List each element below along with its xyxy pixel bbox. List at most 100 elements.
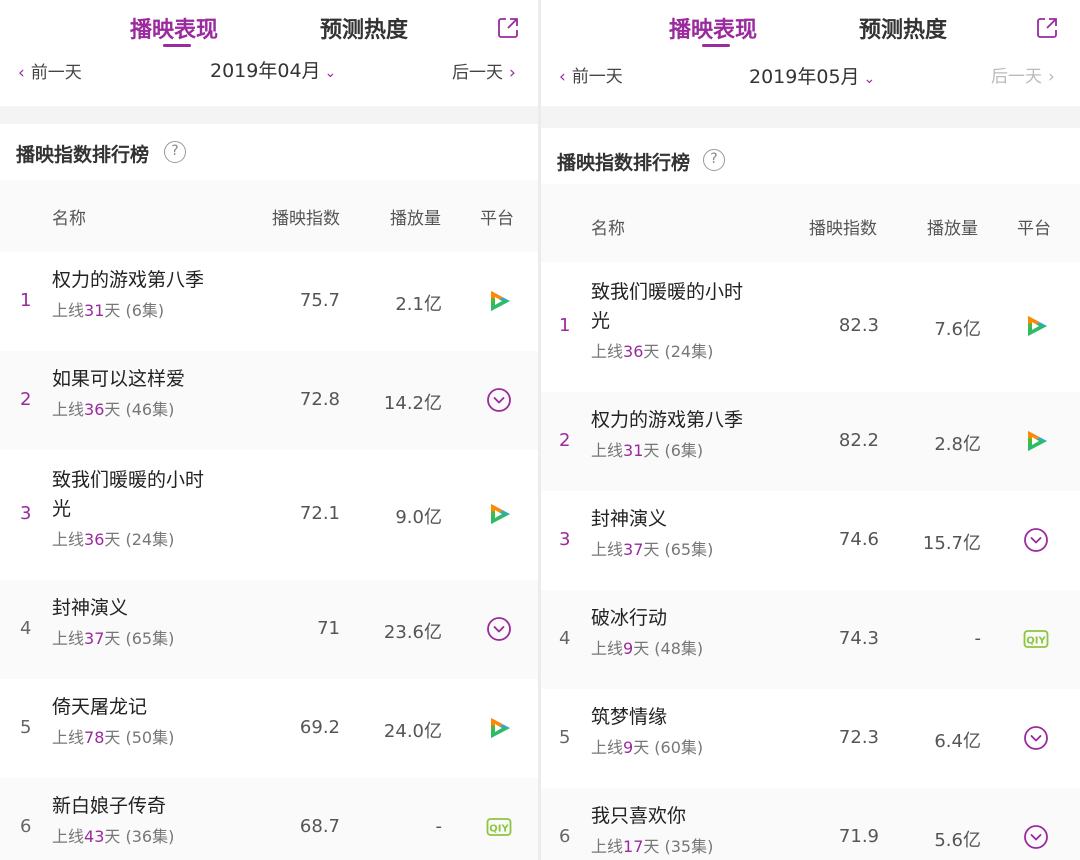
broadcast-index: 71: [317, 617, 340, 639]
iqiyi-icon[interactable]: QIY: [1023, 626, 1049, 652]
show-title[interactable]: 封神演义: [52, 594, 128, 623]
days-online: 17: [623, 837, 644, 856]
help-icon[interactable]: ?: [164, 141, 186, 163]
share-icon[interactable]: [1035, 16, 1059, 40]
ranking-header: 播映指数排行榜 ?: [541, 128, 1080, 184]
table-row[interactable]: 3 封神演义 上线37天 (65集) 74.6 15.7亿: [541, 491, 1080, 590]
show-title[interactable]: 破冰行动: [591, 604, 667, 633]
tab-bar: 播映表现 预测热度: [541, 0, 1080, 50]
show-title[interactable]: 光: [591, 307, 610, 336]
table-header: 名称 播映指数 播放量 平台: [0, 180, 538, 252]
rank-number: 3: [20, 503, 32, 524]
table-row[interactable]: 5 筑梦情缘 上线9天 (60集) 72.3 6.4亿: [541, 689, 1080, 788]
table-row[interactable]: 1 权力的游戏第八季 上线31天 (6集) 75.7 2.1亿: [0, 252, 538, 351]
month-selector[interactable]: 2019年04月 ⌄: [210, 56, 336, 83]
episode-count: 天 (24集): [643, 342, 714, 361]
date-navigator: ‹ 前一天 2019年04月 ⌄ 后一天 ›: [0, 50, 538, 106]
show-title[interactable]: 倚天屠龙记: [52, 693, 147, 722]
show-title[interactable]: 如果可以这样爱: [52, 365, 185, 394]
youku-icon[interactable]: [486, 616, 512, 642]
col-plays-header: 播放量: [927, 219, 978, 239]
broadcast-index: 74.3: [838, 627, 879, 649]
chevron-right-icon: ›: [509, 63, 516, 83]
tab-predicted-heat[interactable]: 预测热度: [320, 12, 408, 44]
date-navigator: ‹ 前一天 2019年05月 ⌄ 后一天 ›: [541, 50, 1080, 106]
table-header: 名称 播映指数 播放量 平台: [541, 184, 1080, 262]
tab-broadcast-performance[interactable]: 播映表现: [130, 12, 218, 44]
broadcast-index: 72.8: [299, 388, 340, 410]
show-title[interactable]: 权力的游戏第八季: [591, 406, 743, 435]
tencent-video-icon[interactable]: [486, 501, 512, 527]
prev-day-label: 前一天: [571, 67, 623, 87]
episode-count: 天 (24集): [104, 530, 175, 549]
help-icon[interactable]: ?: [703, 149, 725, 171]
show-meta: 上线31天 (6集): [52, 297, 164, 321]
tab-predicted-heat[interactable]: 预测热度: [859, 12, 947, 44]
episode-count: 天 (65集): [104, 629, 175, 648]
play-count: 2.8亿: [934, 433, 981, 455]
broadcast-index: 72.3: [838, 726, 879, 748]
show-title[interactable]: 筑梦情缘: [591, 703, 667, 732]
youku-icon[interactable]: [1023, 725, 1049, 751]
table-row[interactable]: 6 新白娘子传奇 上线43天 (36集) 68.7 - QIY: [0, 778, 538, 860]
play-count: 23.6亿: [383, 621, 442, 643]
col-name-header: 名称: [591, 219, 625, 239]
share-icon[interactable]: [496, 16, 520, 40]
show-title[interactable]: 光: [52, 495, 71, 524]
rank-number: 1: [20, 289, 32, 311]
online-prefix: 上线: [591, 837, 624, 856]
days-online: 37: [84, 629, 105, 648]
tencent-video-icon[interactable]: [486, 288, 512, 314]
col-name-header: 名称: [52, 209, 86, 229]
next-day-button[interactable]: 后一天 ›: [452, 58, 516, 83]
tencent-video-icon[interactable]: [486, 715, 512, 741]
table-row[interactable]: 1 致我们暖暖的小时光上线36天 (24集) 82.3 7.6亿: [541, 262, 1080, 392]
show-title[interactable]: 致我们暖暖的小时: [591, 278, 743, 307]
table-row[interactable]: 4 封神演义 上线37天 (65集) 71 23.6亿: [0, 580, 538, 679]
tab-broadcast-performance[interactable]: 播映表现: [669, 12, 757, 44]
youku-icon[interactable]: [1023, 824, 1049, 850]
next-day-button[interactable]: 后一天 ›: [991, 62, 1055, 87]
tencent-video-icon[interactable]: [1023, 313, 1049, 339]
days-online: 9: [623, 639, 634, 658]
online-prefix: 上线: [591, 540, 624, 559]
table-row[interactable]: 2 权力的游戏第八季 上线31天 (6集) 82.2 2.8亿: [541, 392, 1080, 491]
tencent-video-icon[interactable]: [1023, 428, 1049, 454]
show-meta: 上线37天 (65集): [52, 625, 174, 649]
svg-text:QIY: QIY: [489, 823, 509, 834]
table-row[interactable]: 6 我只喜欢你 上线17天 (35集) 71.9 5.6亿: [541, 788, 1080, 860]
show-title[interactable]: 我只喜欢你: [591, 802, 686, 831]
online-prefix: 上线: [591, 738, 624, 757]
ranking-header: 播映指数排行榜 ?: [0, 124, 538, 180]
prev-day-button[interactable]: ‹ 前一天: [18, 58, 82, 83]
youku-icon[interactable]: [486, 387, 512, 413]
iqiyi-icon[interactable]: QIY: [486, 814, 512, 840]
online-prefix: 上线: [52, 400, 85, 419]
month-selector[interactable]: 2019年05月 ⌄: [749, 62, 875, 89]
col-platform-header: 平台: [1017, 219, 1051, 239]
play-count: 24.0亿: [383, 720, 442, 742]
days-online: 36: [623, 342, 644, 361]
table-row[interactable]: 3 致我们暖暖的小时光上线36天 (24集) 72.1 9.0亿: [0, 450, 538, 580]
show-title[interactable]: 封神演义: [591, 505, 667, 534]
ranking-table-body: 1 权力的游戏第八季 上线31天 (6集) 75.7 2.1亿 2 如果可以这样爱 上线36天…: [0, 252, 538, 860]
play-count: 6.4亿: [934, 730, 981, 752]
episode-count: 天 (46集): [104, 400, 175, 419]
month-label: 2019年05月: [749, 66, 860, 88]
show-title[interactable]: 权力的游戏第八季: [52, 266, 204, 295]
show-title[interactable]: 新白娘子传奇: [52, 792, 166, 821]
prev-day-button[interactable]: ‹ 前一天: [559, 62, 623, 87]
play-count: 15.7亿: [922, 532, 981, 554]
days-online: 31: [84, 301, 105, 320]
table-row[interactable]: 4 破冰行动 上线9天 (48集) 74.3 - QIY: [541, 590, 1080, 689]
youku-icon[interactable]: [1023, 527, 1049, 553]
table-row[interactable]: 5 倚天屠龙记 上线78天 (50集) 69.2 24.0亿: [0, 679, 538, 778]
play-count: 2.1亿: [395, 293, 442, 315]
days-online: 36: [84, 530, 105, 549]
show-title[interactable]: 致我们暖暖的小时: [52, 466, 204, 495]
broadcast-index: 82.2: [838, 429, 879, 451]
show-meta: 上线37天 (65集): [591, 536, 713, 560]
play-count: -: [974, 627, 982, 649]
table-row[interactable]: 2 如果可以这样爱 上线36天 (46集) 72.8 14.2亿: [0, 351, 538, 450]
days-online: 37: [623, 540, 644, 559]
